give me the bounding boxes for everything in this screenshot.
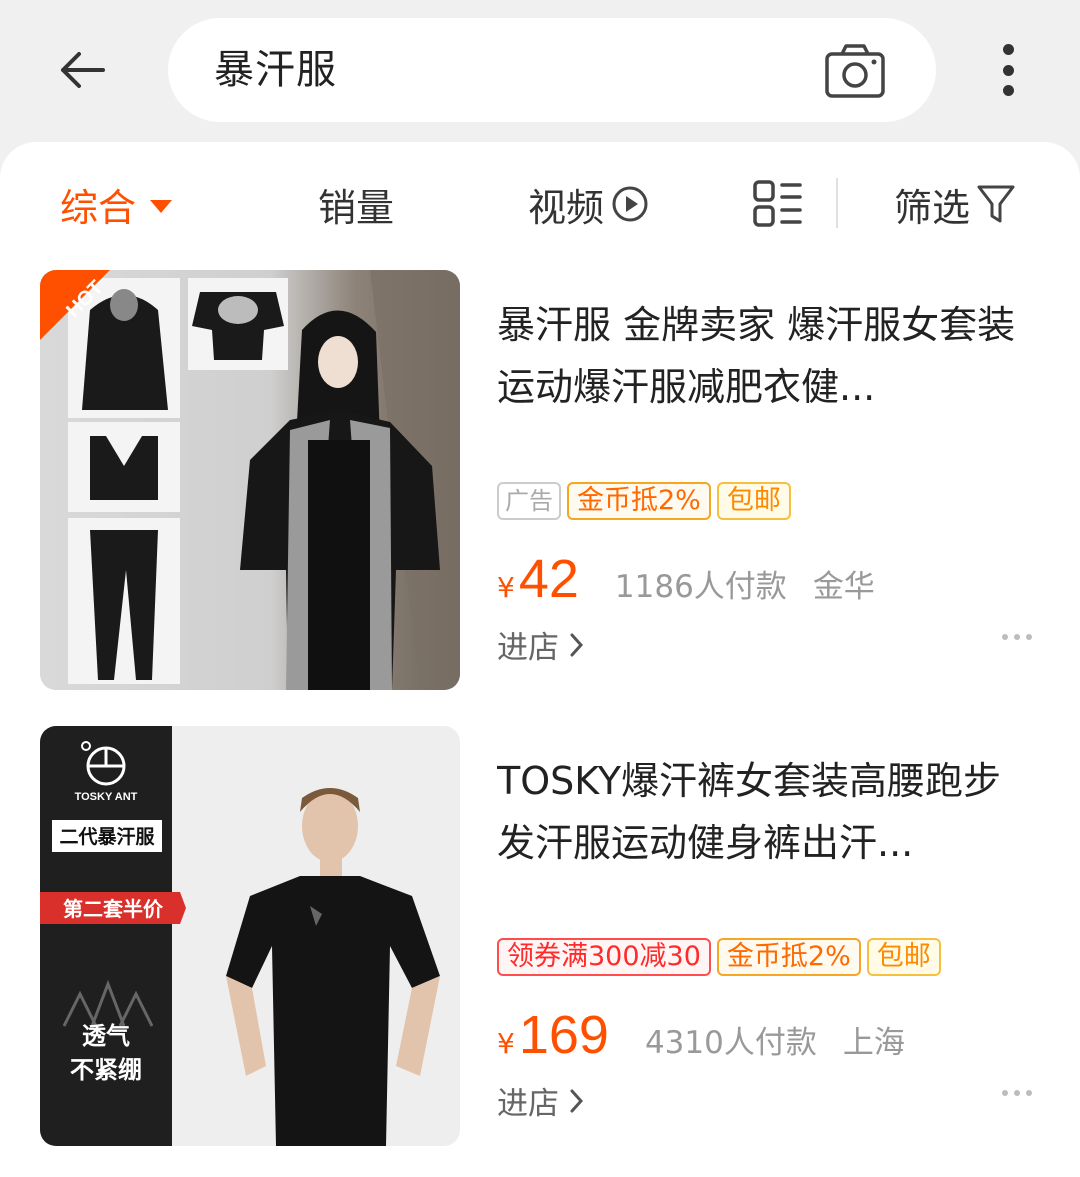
list-layout-icon — [753, 180, 802, 227]
play-circle-icon — [612, 186, 648, 222]
more-options-button[interactable] — [988, 40, 1028, 100]
free-shipping-tag: 包邮 — [716, 482, 791, 520]
promo-label: 不紧绷 — [70, 1056, 142, 1084]
sales-count: 1186人付款 — [614, 569, 787, 605]
product-title[interactable]: 暴汗服 金牌卖家 爆汗服女套装运动爆汗服减肥衣健... — [497, 294, 1017, 418]
product-price: 169 — [518, 1005, 609, 1065]
promo-label: 透气 — [82, 1022, 130, 1050]
sort-sales-label: 销量 — [318, 185, 395, 230]
location: 上海 — [842, 1025, 905, 1061]
sort-video-label: 视频 — [528, 185, 605, 230]
more-horizontal-icon[interactable] — [1002, 1090, 1032, 1096]
layout-toggle-button[interactable] — [752, 172, 804, 236]
ad-tag: 广告 — [497, 482, 561, 520]
enter-shop-link[interactable]: 进店 — [497, 622, 585, 667]
filter-label: 筛选 — [894, 185, 971, 230]
arrow-left-icon — [61, 52, 105, 88]
top-bar: 暴汗服 — [0, 0, 1080, 140]
results-panel: 综合 销量 视频 筛选 HOT 暴汗服 金牌卖家 爆汗服女套装运动爆汗服减肥衣健… — [0, 142, 1080, 1177]
product-title[interactable]: TOSKY爆汗裤女套装高腰跑步发汗服运动健身裤出汗... — [497, 750, 1017, 874]
promo-label: 二代暴汗服 — [59, 826, 155, 848]
search-query: 暴汗服 — [214, 47, 337, 93]
back-button[interactable] — [52, 44, 112, 96]
more-vertical-icon — [1002, 44, 1014, 55]
price-row: ¥ 169 4310人付款 上海 — [497, 1004, 905, 1066]
sort-sales[interactable]: 销量 — [318, 172, 394, 236]
product-card[interactable]: TOSKY ANT 二代暴汗服 第二套半价 透气 不紧绷 TOSKY爆汗裤女套装… — [0, 726, 1080, 1146]
product-price: 42 — [518, 549, 579, 609]
product-photo: HOT — [40, 270, 460, 690]
search-input[interactable]: 暴汗服 — [168, 18, 936, 122]
filter-button[interactable]: 筛选 — [894, 172, 1016, 236]
enter-shop-link[interactable]: 进店 — [497, 1078, 585, 1123]
sort-comprehensive-label: 综合 — [60, 185, 137, 230]
enter-shop-label: 进店 — [497, 1086, 559, 1122]
caret-down-icon — [150, 199, 173, 213]
brand-logo-text: TOSKY ANT — [75, 791, 138, 803]
coin-discount-tag: 金币抵2% — [716, 938, 861, 976]
product-card[interactable]: HOT 暴汗服 金牌卖家 爆汗服女套装运动爆汗服减肥衣健... 广告 金币抵2%… — [0, 270, 1080, 690]
product-photo: TOSKY ANT 二代暴汗服 第二套半价 透气 不紧绷 — [40, 726, 460, 1146]
camera-icon — [825, 44, 885, 98]
sales-count: 4310人付款 — [644, 1025, 817, 1061]
product-tags: 广告 金币抵2% 包邮 — [497, 482, 791, 520]
price-row: ¥ 42 1186人付款 金华 — [497, 548, 875, 610]
product-image[interactable]: TOSKY ANT 二代暴汗服 第二套半价 透气 不紧绷 — [40, 726, 460, 1146]
sort-video[interactable]: 视频 — [528, 172, 650, 236]
coupon-tag: 领券满300减30 — [497, 938, 711, 976]
location: 金华 — [812, 569, 875, 605]
enter-shop-label: 进店 — [497, 630, 559, 666]
promo-label: 第二套半价 — [63, 897, 164, 921]
sort-bar: 综合 销量 视频 筛选 — [0, 172, 1080, 236]
sort-divider — [836, 178, 838, 228]
product-tags: 领券满300减30 金币抵2% 包邮 — [497, 938, 941, 976]
chevron-right-icon — [570, 633, 584, 656]
chevron-right-icon — [570, 1089, 584, 1112]
product-image[interactable]: HOT — [40, 270, 460, 690]
camera-search-button[interactable] — [824, 42, 886, 100]
currency-symbol: ¥ — [497, 571, 515, 604]
sort-comprehensive[interactable]: 综合 — [60, 172, 173, 236]
funnel-icon — [977, 185, 1015, 223]
currency-symbol: ¥ — [497, 1027, 515, 1060]
coin-discount-tag: 金币抵2% — [567, 482, 711, 520]
more-horizontal-icon[interactable] — [1002, 634, 1032, 640]
free-shipping-tag: 包邮 — [866, 938, 941, 976]
